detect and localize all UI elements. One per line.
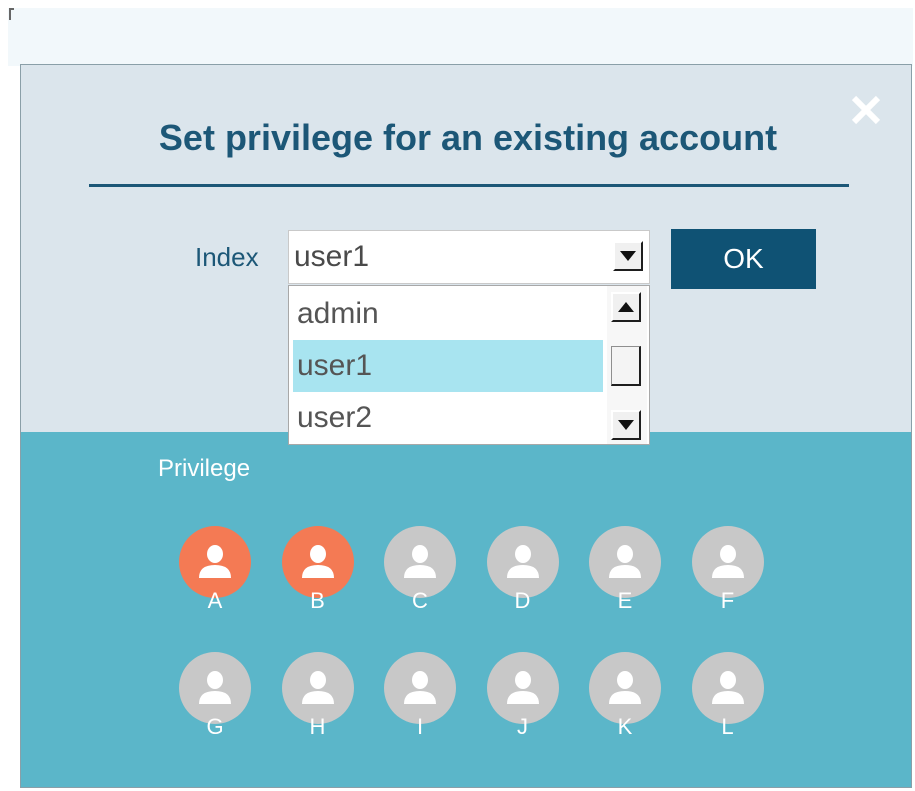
index-select-value: user1 [294, 240, 370, 273]
user-icon [609, 545, 641, 578]
privilege-a-toggle[interactable]: A [179, 526, 251, 613]
privilege-label: Privilege [158, 455, 251, 482]
user-icon [711, 545, 744, 578]
privilege-i-toggle[interactable]: I [384, 652, 456, 739]
privilege-letter: F [720, 588, 735, 613]
privilege-letter: J [517, 714, 528, 739]
privilege-letter: B [310, 588, 325, 613]
privilege-letter: H [309, 714, 326, 739]
user-icon [711, 671, 744, 704]
index-label: Index [195, 242, 259, 272]
ok-button[interactable]: OK [671, 229, 816, 289]
privilege-h-toggle[interactable]: H [281, 652, 354, 739]
privilege-letter: L [721, 714, 734, 739]
index-dropdown-list: admin user1 user2 [288, 285, 650, 445]
select-dropdown-button[interactable] [613, 241, 643, 271]
scroll-up-button[interactable] [611, 292, 641, 322]
dropdown-option-user1[interactable]: user1 [293, 340, 603, 392]
triangle-up-icon [618, 302, 634, 312]
privilege-letter: I [416, 714, 424, 739]
privilege-g-toggle[interactable]: G [179, 652, 251, 739]
index-select[interactable]: user1 [288, 230, 650, 284]
user-icon [199, 671, 231, 704]
dialog-title: Set privilege for an existing account [158, 117, 778, 158]
scroll-down-button[interactable] [611, 410, 641, 440]
user-icon [301, 671, 334, 704]
user-icon [199, 545, 231, 578]
privilege-b-toggle[interactable]: B [281, 526, 354, 613]
dropdown-option-admin[interactable]: admin [293, 288, 603, 340]
page-top-strip [8, 8, 913, 66]
privilege-c-toggle[interactable]: C [384, 526, 456, 613]
privilege-letter: K [617, 714, 633, 739]
privilege-letter: E [617, 588, 633, 613]
user-icon [404, 545, 436, 578]
triangle-down-icon [618, 420, 634, 430]
privilege-d-toggle[interactable]: D [486, 526, 559, 613]
privilege-dialog: Set privilege for an existing account In… [20, 64, 912, 788]
user-icon [301, 545, 334, 578]
user-icon [609, 671, 641, 704]
scroll-thumb[interactable] [611, 346, 641, 386]
title-underline [89, 184, 849, 187]
privilege-e-toggle[interactable]: E [589, 526, 661, 613]
privilege-f-toggle[interactable]: F [691, 526, 764, 613]
user-icon [506, 671, 539, 704]
privilege-letter: A [207, 588, 223, 613]
dropdown-scrollbar[interactable] [607, 286, 647, 444]
privilege-j-toggle[interactable]: J [486, 652, 559, 739]
privilege-l-toggle[interactable]: L [691, 652, 764, 739]
user-icon [404, 671, 436, 704]
user-icon [506, 545, 539, 578]
corner-mark [9, 8, 14, 20]
privilege-letter: D [514, 588, 531, 613]
triangle-down-icon [620, 251, 636, 261]
privilege-letter: C [412, 588, 428, 613]
dropdown-option-user2[interactable]: user2 [293, 392, 603, 444]
dialog-body [21, 432, 911, 787]
privilege-k-toggle[interactable]: K [589, 652, 661, 739]
privilege-letter: G [206, 714, 224, 739]
